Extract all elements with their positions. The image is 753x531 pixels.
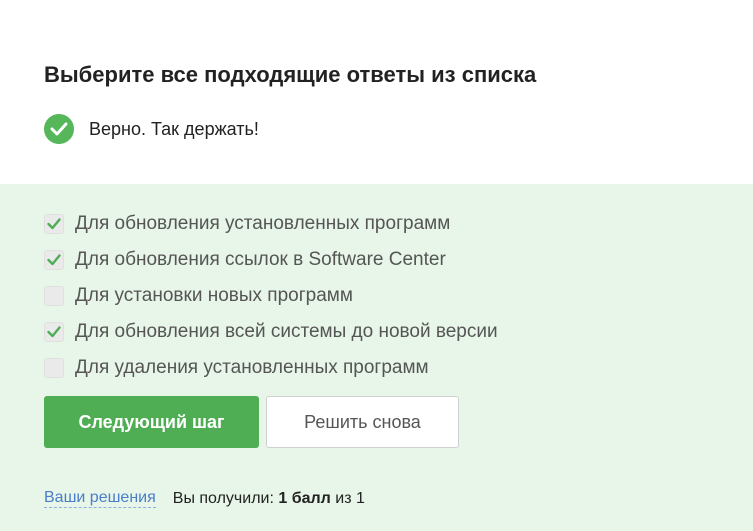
score-prefix: Вы получили:: [172, 489, 274, 507]
result-footer: Ваши решения Вы получили: 1 балл из 1: [44, 489, 365, 508]
option-item[interactable]: Для обновления ссылок в Software Center: [44, 242, 498, 278]
score-text: Вы получили: 1 балл из 1: [173, 490, 365, 508]
option-label: Для удаления установленных программ: [75, 357, 429, 378]
next-step-button[interactable]: Следующий шаг: [44, 396, 259, 448]
option-label: Для обновления установленных программ: [75, 213, 451, 234]
option-label: Для обновления всей системы до новой вер…: [75, 321, 498, 342]
option-item[interactable]: Для удаления установленных программ: [44, 350, 498, 386]
step-page: Выберите все подходящие ответы из списка…: [0, 0, 753, 531]
option-item[interactable]: Для обновления установленных программ: [44, 206, 498, 242]
option-label: Для установки новых программ: [75, 285, 353, 306]
checkmark-icon: [47, 254, 61, 266]
option-item[interactable]: Для обновления всей системы до новой вер…: [44, 314, 498, 350]
score-value: 1 балл: [278, 489, 331, 507]
answer-area: Для обновления установленных программ Дл…: [0, 184, 753, 531]
retry-button[interactable]: Решить снова: [266, 396, 459, 448]
score-suffix: из 1: [335, 489, 365, 507]
question-title: Выберите все подходящие ответы из списка: [44, 62, 537, 87]
option-checkbox[interactable]: [44, 214, 64, 234]
checkmark-icon: [47, 218, 61, 230]
option-checkbox[interactable]: [44, 358, 64, 378]
option-checkbox[interactable]: [44, 322, 64, 342]
option-checkbox[interactable]: [44, 250, 64, 270]
option-label: Для обновления ссылок в Software Center: [75, 249, 446, 270]
checkmark-icon: [47, 326, 61, 338]
check-icon: [44, 114, 74, 144]
options-list: Для обновления установленных программ Дл…: [44, 206, 498, 386]
option-checkbox[interactable]: [44, 286, 64, 306]
question-header: Выберите все подходящие ответы из списка…: [0, 0, 753, 184]
feedback-banner: Верно. Так держать!: [44, 114, 259, 144]
solutions-link[interactable]: Ваши решения: [44, 489, 156, 508]
action-buttons: Следующий шаг Решить снова: [44, 396, 459, 448]
feedback-text: Верно. Так держать!: [89, 118, 259, 139]
option-item[interactable]: Для установки новых программ: [44, 278, 498, 314]
